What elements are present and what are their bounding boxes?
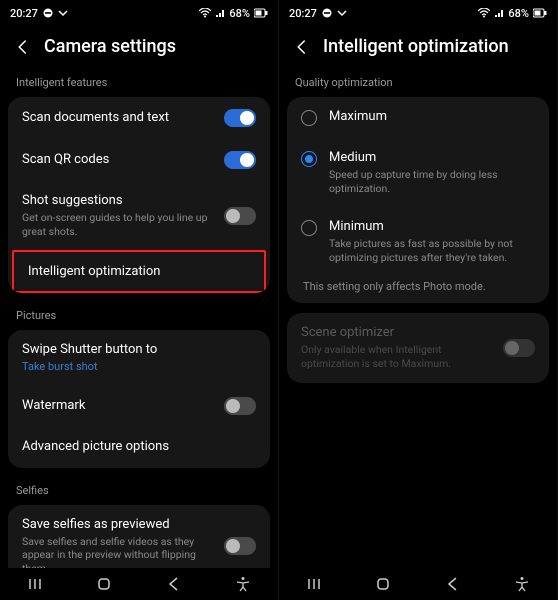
status-bar: 20:27 68% <box>279 0 557 26</box>
clock: 20:27 <box>10 7 38 20</box>
swipe-shutter-link: Take burst shot <box>22 360 256 373</box>
mode-note: This setting only affects Photo mode. <box>287 276 549 303</box>
recents-icon[interactable] <box>26 575 44 593</box>
medium-label: Medium <box>329 150 535 167</box>
shot-suggestions-row[interactable]: Shot suggestions Get on-screen guides to… <box>8 181 270 250</box>
back-nav-icon[interactable] <box>165 575 183 593</box>
section-intelligent-features: Intelligent features <box>0 70 278 95</box>
minimum-row[interactable]: Minimum Take pictures as fast as possibl… <box>287 207 549 276</box>
battery-percent: 68% <box>229 7 250 20</box>
header: Camera settings <box>0 26 278 71</box>
accessibility-icon[interactable] <box>234 575 252 593</box>
signal-icon <box>494 8 504 18</box>
watermark-label: Watermark <box>22 398 214 415</box>
scan-qr-toggle[interactable] <box>224 151 256 169</box>
maximum-radio[interactable] <box>301 110 317 126</box>
wifi-icon <box>478 8 490 18</box>
chevron-down-icon <box>58 8 68 18</box>
minimum-radio[interactable] <box>301 220 317 236</box>
save-selfies-toggle[interactable] <box>224 537 256 555</box>
intelligent-optimization-screen: 20:27 68% Intelligent optimization Quali… <box>279 0 558 600</box>
battery-percent: 68% <box>508 7 529 20</box>
battery-icon <box>533 8 547 18</box>
home-icon[interactable] <box>374 575 392 593</box>
scan-qr-label: Scan QR codes <box>22 152 214 169</box>
scan-qr-row[interactable]: Scan QR codes <box>8 139 270 181</box>
page-title: Intelligent optimization <box>323 36 509 57</box>
save-selfies-sub: Save selfies and selfie videos as they a… <box>22 535 214 568</box>
maximum-label: Maximum <box>329 109 535 126</box>
scan-documents-toggle[interactable] <box>224 109 256 127</box>
scene-optimizer-toggle <box>503 339 535 357</box>
back-icon[interactable] <box>293 38 311 56</box>
intelligent-optimization-label: Intelligent optimization <box>28 264 160 279</box>
scene-optimizer-sub: Only available when Intelligent optimiza… <box>301 343 493 370</box>
scene-optimizer-row: Scene optimizer Only available when Inte… <box>287 313 549 382</box>
minimum-label: Minimum <box>329 219 535 236</box>
medium-radio[interactable] <box>301 151 317 167</box>
chevron-down-icon <box>337 8 347 18</box>
shot-suggestions-label: Shot suggestions <box>22 193 214 210</box>
home-icon[interactable] <box>95 575 113 593</box>
wifi-icon <box>199 8 211 18</box>
medium-sub: Speed up capture time by doing less opti… <box>329 168 535 195</box>
maximum-row[interactable]: Maximum <box>287 97 549 138</box>
quality-panel: Maximum Medium Speed up capture time by … <box>287 97 549 303</box>
back-nav-icon[interactable] <box>444 575 462 593</box>
battery-icon <box>254 8 268 18</box>
swipe-shutter-label: Swipe Shutter button to <box>22 342 256 359</box>
medium-row[interactable]: Medium Speed up capture time by doing le… <box>287 138 549 207</box>
back-icon[interactable] <box>14 38 32 56</box>
scene-optimizer-panel: Scene optimizer Only available when Inte… <box>287 313 549 382</box>
scan-documents-row[interactable]: Scan documents and text <box>8 97 270 139</box>
section-pictures: Pictures <box>0 303 278 328</box>
clock: 20:27 <box>289 7 317 20</box>
signal-icon <box>215 8 225 18</box>
recents-icon[interactable] <box>305 575 323 593</box>
page-title: Camera settings <box>44 36 176 57</box>
dnd-icon <box>43 8 53 18</box>
status-bar: 20:27 68% <box>0 0 278 26</box>
optimization-content: Quality optimization Maximum Medium Spee… <box>279 70 557 568</box>
selfies-panel: Save selfies as previewed Save selfies a… <box>8 505 270 568</box>
section-quality: Quality optimization <box>279 70 557 95</box>
minimum-sub: Take pictures as fast as possible by not… <box>329 237 535 264</box>
accessibility-icon[interactable] <box>513 575 531 593</box>
watermark-toggle[interactable] <box>224 397 256 415</box>
shot-suggestions-toggle[interactable] <box>224 207 256 225</box>
camera-settings-screen: 20:27 68% Camera settings Intelligent fe… <box>0 0 279 600</box>
nav-bar <box>0 568 278 600</box>
section-selfies: Selfies <box>0 478 278 503</box>
pictures-panel: Swipe Shutter button to Take burst shot … <box>8 330 270 468</box>
settings-list: Intelligent features Scan documents and … <box>0 70 278 568</box>
nav-bar <box>279 568 557 600</box>
scan-documents-label: Scan documents and text <box>22 110 214 127</box>
watermark-row[interactable]: Watermark <box>8 385 270 427</box>
shot-suggestions-sub: Get on-screen guides to help you line up… <box>22 211 214 238</box>
save-selfies-row[interactable]: Save selfies as previewed Save selfies a… <box>8 505 270 568</box>
scene-optimizer-label: Scene optimizer <box>301 325 493 342</box>
header: Intelligent optimization <box>279 26 557 71</box>
dnd-icon <box>322 8 332 18</box>
swipe-shutter-row[interactable]: Swipe Shutter button to Take burst shot <box>8 330 270 385</box>
intelligent-features-panel: Scan documents and text Scan QR codes Sh… <box>8 97 270 293</box>
save-selfies-label: Save selfies as previewed <box>22 517 214 534</box>
intelligent-optimization-row[interactable]: Intelligent optimization <box>12 250 266 293</box>
advanced-picture-label: Advanced picture options <box>22 439 256 456</box>
advanced-picture-row[interactable]: Advanced picture options <box>8 427 270 468</box>
